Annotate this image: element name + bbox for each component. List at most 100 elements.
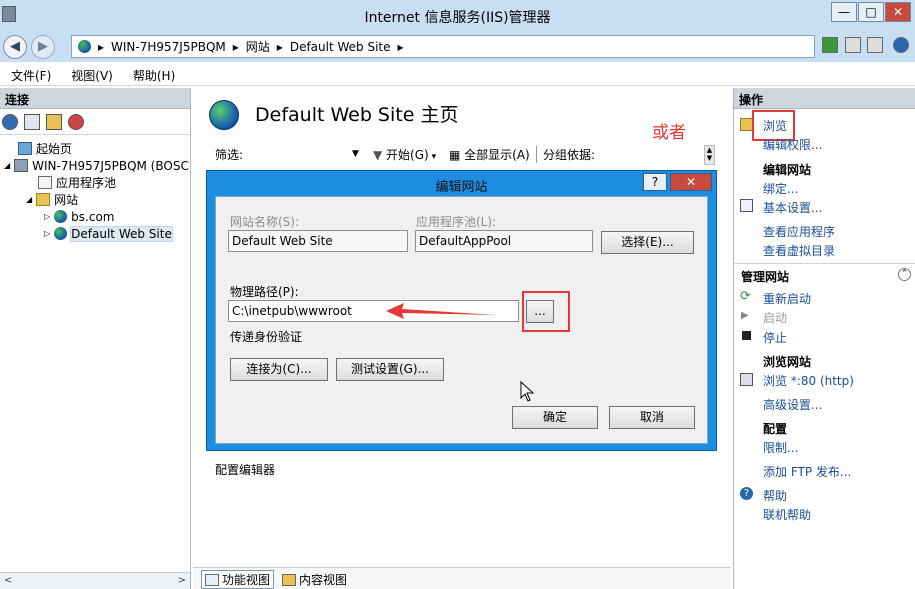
breadcrumb[interactable]: ▸ WIN-7H957J5PBQM ▸ 网站 ▸ Default Web Sit… <box>71 35 815 58</box>
crumb-separator: ▸ <box>276 39 283 54</box>
tree-item-start-page[interactable]: 起始页 <box>18 140 72 157</box>
tree-item-server[interactable]: ◢ WIN-7H957J5PBQM (BOSC <box>4 157 189 174</box>
action-basic-settings[interactable]: 基本设置... <box>763 199 822 216</box>
tree-item-default-web-site[interactable]: ▷ Default Web Site <box>44 225 173 242</box>
annotation-arrow <box>386 303 496 319</box>
menu-file[interactable]: 文件(F) <box>11 67 51 85</box>
page-title: Default Web Site 主页 <box>255 104 459 126</box>
tree-item-label: 应用程序池 <box>56 176 117 190</box>
dialog-close-button[interactable]: ✕ <box>670 173 712 191</box>
help-icon: ? <box>740 487 753 500</box>
action-start[interactable]: 启动 <box>763 309 787 326</box>
server-icon <box>14 159 29 172</box>
show-all-icon: ▦ <box>449 147 465 162</box>
action-bindings[interactable]: 绑定... <box>763 180 798 197</box>
site-name-field[interactable]: Default Web Site <box>228 230 408 252</box>
maximize-button[interactable]: □ <box>858 2 884 22</box>
home-icon <box>18 142 32 155</box>
ok-button[interactable]: 确定 <box>512 406 598 429</box>
title-bar: Internet 信息服务(IIS)管理器 — □ ✕ <box>0 0 915 31</box>
action-online-help[interactable]: 联机帮助 <box>763 506 811 523</box>
horizontal-scrollbar[interactable]: < > <box>0 572 190 589</box>
action-restart[interactable]: 重新启动 <box>763 290 811 307</box>
save-icon[interactable] <box>24 113 40 130</box>
globe-icon <box>54 227 68 240</box>
expander-icon[interactable]: ▷ <box>44 229 50 238</box>
tree-item-sites[interactable]: ◢ 网站 <box>26 191 78 208</box>
start-filter-label: 开始(G) <box>386 147 429 162</box>
menu-bar: 文件(F) 视图(V) 帮助(H) <box>0 62 915 86</box>
refresh-icon[interactable] <box>822 37 838 53</box>
expander-icon[interactable]: ◢ <box>4 161 10 170</box>
edit-site-dialog: 编辑网站 ? ✕ 网站名称(S): 应用程序池(L): Default Web … <box>206 170 717 451</box>
action-help[interactable]: 帮助 <box>763 487 787 504</box>
select-app-pool-button[interactable]: 选择(E)... <box>601 231 694 254</box>
actions-panel: 操作 浏览 编辑权限... 编辑网站 绑定... 基本设置... 查看应用程序 … <box>733 88 915 589</box>
back-arrow-icon: ◀ <box>10 39 20 54</box>
start-filter-button[interactable]: ▼ 开始(G) ▾ <box>373 146 436 163</box>
cancel-button[interactable]: 取消 <box>609 406 695 429</box>
connections-title: 连接 <box>0 88 190 109</box>
browse-port-icon <box>740 373 753 386</box>
app-pool-field[interactable]: DefaultAppPool <box>415 230 593 252</box>
tree-item-bs-com[interactable]: ▷ bs.com <box>44 208 114 225</box>
action-view-applications[interactable]: 查看应用程序 <box>763 223 835 240</box>
divider <box>734 263 915 264</box>
up-folder-icon[interactable] <box>46 113 62 130</box>
tab-content-view[interactable]: 内容视图 <box>278 570 351 589</box>
disconnect-icon[interactable] <box>68 113 84 130</box>
dialog-body: 网站名称(S): 应用程序池(L): Default Web Site Defa… <box>215 196 708 444</box>
window-title: Internet 信息服务(IIS)管理器 <box>364 10 551 26</box>
stop-icon[interactable] <box>845 37 861 53</box>
crumb-separator: ▸ <box>232 39 239 54</box>
tree-item-app-pools[interactable]: 应用程序池 <box>38 174 116 191</box>
dialog-help-button[interactable]: ? <box>643 173 667 191</box>
minimize-button[interactable]: — <box>831 2 857 22</box>
crumb-server[interactable]: WIN-7H957J5PBQM <box>111 40 226 54</box>
collapse-icon[interactable]: ⌃ <box>898 268 911 281</box>
crumb-sites[interactable]: 网站 <box>246 38 270 55</box>
test-settings-button[interactable]: 测试设置(G)... <box>336 358 444 381</box>
home-icon[interactable] <box>867 37 883 53</box>
stop-icon <box>742 331 751 340</box>
forward-button[interactable]: ▶ <box>31 35 55 59</box>
tab-features-view[interactable]: 功能视图 <box>201 570 275 589</box>
action-view-virtual-directories[interactable]: 查看虚拟目录 <box>763 242 835 259</box>
action-add-ftp-publishing[interactable]: 添加 FTP 发布... <box>763 463 851 480</box>
action-advanced-settings[interactable]: 高级设置... <box>763 396 822 413</box>
feature-config-editor[interactable]: 配置编辑器 <box>215 461 275 478</box>
connections-tree: 起始页 ◢ WIN-7H957J5PBQM (BOSC 应用程序池 ◢ 网站 ▷… <box>0 135 190 575</box>
crumb-separator: ▸ <box>397 39 404 54</box>
action-edit-permissions[interactable]: 编辑权限... <box>763 136 822 153</box>
expander-icon[interactable]: ◢ <box>26 195 32 204</box>
content-view-icon <box>282 573 297 586</box>
connect-as-button[interactable]: 连接为(C)... <box>230 358 328 381</box>
tab-label: 功能视图 <box>222 573 271 587</box>
action-limits[interactable]: 限制... <box>763 439 798 456</box>
show-all-button[interactable]: ▦ 全部显示(A) <box>449 146 530 163</box>
scroll-left-icon[interactable]: < <box>4 573 12 589</box>
filter-dropdown-icon[interactable]: ▼ <box>352 149 359 159</box>
view-tabs: 功能视图 内容视图 <box>193 567 731 589</box>
features-view-icon <box>205 573 219 586</box>
forward-arrow-icon: ▶ <box>38 39 48 54</box>
help-icon[interactable] <box>893 37 909 53</box>
menu-view[interactable]: 视图(V) <box>71 67 113 85</box>
back-button[interactable]: ◀ <box>3 35 27 59</box>
address-bar: ◀ ▶ ▸ WIN-7H957J5PBQM ▸ 网站 ▸ Default Web… <box>0 31 915 62</box>
close-button[interactable]: ✕ <box>885 2 911 22</box>
action-stop[interactable]: 停止 <box>763 329 787 346</box>
feature-scrollbar[interactable]: ▲ ▼ <box>704 145 715 165</box>
scroll-right-icon[interactable]: > <box>178 573 186 589</box>
expander-icon[interactable]: ▷ <box>44 212 50 221</box>
action-browse-port-80[interactable]: 浏览 *:80 (http) <box>763 372 854 389</box>
highlight-box-browse-path <box>522 291 570 332</box>
connect-icon[interactable] <box>2 113 18 130</box>
connections-panel: 连接 起始页 ◢ WIN-7H957J5PBQM (BOSC 应用程序池 ◢ 网… <box>0 88 191 589</box>
crumb-site[interactable]: Default Web Site <box>290 40 391 54</box>
site-name-label: 网站名称(S): <box>230 215 300 229</box>
restart-icon: ⟳ <box>740 289 751 304</box>
dialog-title: 编辑网站 <box>435 180 488 195</box>
tree-item-label: bs.com <box>71 209 115 224</box>
menu-help[interactable]: 帮助(H) <box>133 67 175 85</box>
